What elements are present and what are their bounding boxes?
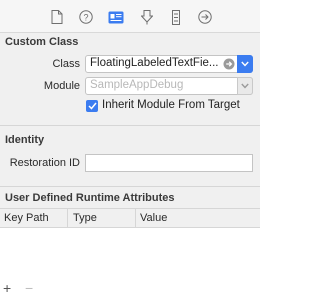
module-placeholder: SampleAppDebug [90,79,184,91]
file-icon[interactable] [49,9,65,25]
inherit-module-label[interactable]: Inherit Module From Target [102,99,240,111]
help-icon[interactable]: ? [78,9,94,25]
connections-icon[interactable] [197,9,213,25]
identity-title: Identity [5,134,45,146]
add-attribute-button[interactable]: + [3,280,11,296]
attributes-table-body[interactable] [0,228,260,282]
attributes-bottom-bar: + − [0,280,260,298]
runtime-attributes-title: User Defined Runtime Attributes [5,192,175,204]
attributes-icon[interactable] [139,9,155,25]
module-label: Module [43,80,80,92]
inspector-toolbar: ? [0,0,260,33]
key-path-column-header[interactable]: Key Path [4,212,49,224]
svg-text:?: ? [83,13,88,23]
module-dropdown-button [237,77,253,95]
value-column-header[interactable]: Value [140,212,167,224]
custom-class-title: Custom Class [5,36,79,48]
go-to-class-icon[interactable] [223,58,235,70]
chevron-down-icon [241,83,249,89]
column-separator [135,209,136,229]
attributes-table-header: Key Path Type Value [0,208,260,229]
restoration-id-label: Restoration ID [9,157,80,169]
class-label: Class [52,58,80,70]
size-icon[interactable] [168,9,184,25]
module-combo: SampleAppDebug [85,77,253,95]
class-dropdown-button[interactable] [237,55,253,73]
checkmark-icon [87,102,97,110]
chevron-down-icon [241,61,249,67]
custom-class-section: Custom Class Class FloatingLabeledTextFi… [0,33,260,125]
class-value: FloatingLabeledTextFie... [90,57,219,69]
type-column-header[interactable]: Type [73,212,97,224]
class-combo[interactable]: FloatingLabeledTextFie... [85,55,253,73]
identity-icon[interactable] [108,9,124,25]
remove-attribute-button[interactable]: − [25,280,33,296]
identity-section: Identity Restoration ID [0,126,260,186]
inherit-module-checkbox[interactable] [86,100,98,112]
column-separator [67,209,68,229]
restoration-id-field[interactable] [85,154,253,172]
runtime-attributes-section: User Defined Runtime Attributes [0,187,260,208]
